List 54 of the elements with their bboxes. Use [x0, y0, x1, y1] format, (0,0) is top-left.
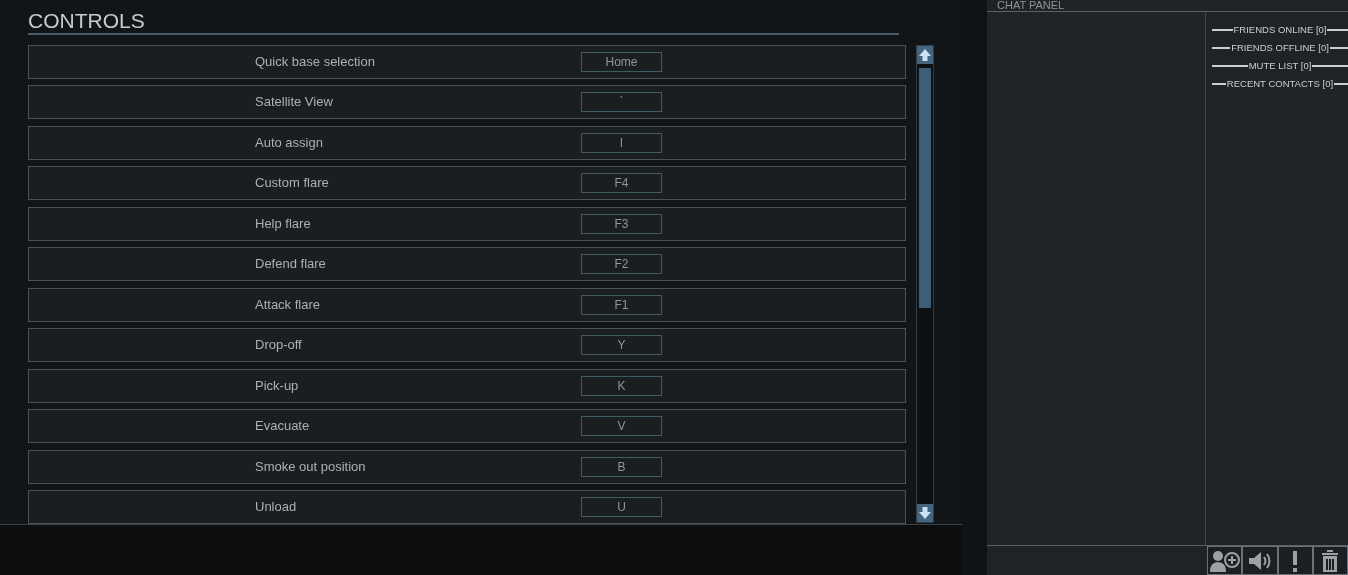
key-field[interactable]: F1: [581, 294, 662, 315]
action-label: Satellite View: [255, 93, 334, 112]
action-label: Quick base selection: [255, 52, 376, 71]
panel-title: CONTROLS: [28, 9, 145, 31]
exclamation-icon: [1292, 549, 1299, 572]
action-label: Attack flare: [255, 295, 322, 314]
keybinding-row[interactable]: Auto assign I: [28, 125, 906, 160]
panel-title: CHAT PANEL: [997, 0, 1065, 11]
keybinding-row[interactable]: Attack flare F1: [28, 287, 906, 322]
key-field[interactable]: F3: [581, 213, 662, 234]
key-field[interactable]: F4: [581, 173, 662, 193]
key-field[interactable]: Y: [581, 335, 662, 355]
action-label: Auto assign: [255, 133, 324, 152]
keybinding-row[interactable]: Defend flare F2: [28, 247, 906, 281]
keybinding-row[interactable]: Smoke out position B: [28, 449, 906, 484]
action-label: Unload: [255, 498, 298, 517]
keybinding-row[interactable]: Evacuate V: [28, 409, 906, 443]
sound-button[interactable]: [1242, 546, 1278, 575]
keybinding-row[interactable]: Quick base selection Home: [28, 44, 906, 79]
action-label: Custom flare: [255, 174, 330, 193]
key-field[interactable]: K: [581, 375, 662, 396]
key-field[interactable]: V: [581, 416, 662, 436]
keybinding-row[interactable]: Satellite View `: [28, 85, 906, 119]
action-label: Evacuate: [255, 417, 311, 436]
contact-list-header[interactable]: RECENT CONTACTS [0]: [1225, 76, 1335, 92]
keybinding-row[interactable]: Pick-up K: [28, 368, 906, 403]
contact-list-header[interactable]: MUTE LIST [0]: [1247, 58, 1313, 74]
contact-list-header[interactable]: FRIENDS OFFLINE [0]: [1230, 40, 1330, 56]
key-field[interactable]: Home: [581, 51, 662, 72]
keybinding-row[interactable]: Unload U: [28, 490, 906, 524]
action-label: Smoke out position: [255, 457, 367, 476]
trash-icon: [1322, 549, 1339, 572]
scroll-down-icon[interactable]: [917, 503, 933, 522]
key-field[interactable]: B: [581, 456, 662, 477]
action-label: Drop-off: [255, 336, 303, 355]
action-label: Help flare: [255, 214, 312, 233]
key-field[interactable]: F2: [581, 254, 662, 274]
key-field[interactable]: I: [581, 132, 662, 153]
alert-button[interactable]: [1277, 546, 1313, 575]
action-label: Pick-up: [255, 376, 300, 395]
action-label: Defend flare: [255, 255, 327, 274]
person-add-icon: [1209, 549, 1240, 572]
add-friend-button[interactable]: [1207, 546, 1243, 575]
keybinding-row[interactable]: Custom flare F4: [28, 166, 906, 200]
keybinding-row[interactable]: Help flare F3: [28, 206, 906, 241]
speaker-icon: [1246, 549, 1273, 572]
scroll-up-icon[interactable]: [917, 45, 933, 64]
key-field[interactable]: `: [581, 92, 662, 112]
key-field[interactable]: U: [581, 497, 662, 517]
keybinding-row[interactable]: Drop-off Y: [28, 328, 906, 362]
contact-list-header[interactable]: FRIENDS ONLINE [0]: [1232, 22, 1328, 38]
scrollbar[interactable]: [916, 44, 934, 523]
delete-button[interactable]: [1312, 546, 1348, 575]
scroll-thumb[interactable]: [919, 67, 931, 308]
